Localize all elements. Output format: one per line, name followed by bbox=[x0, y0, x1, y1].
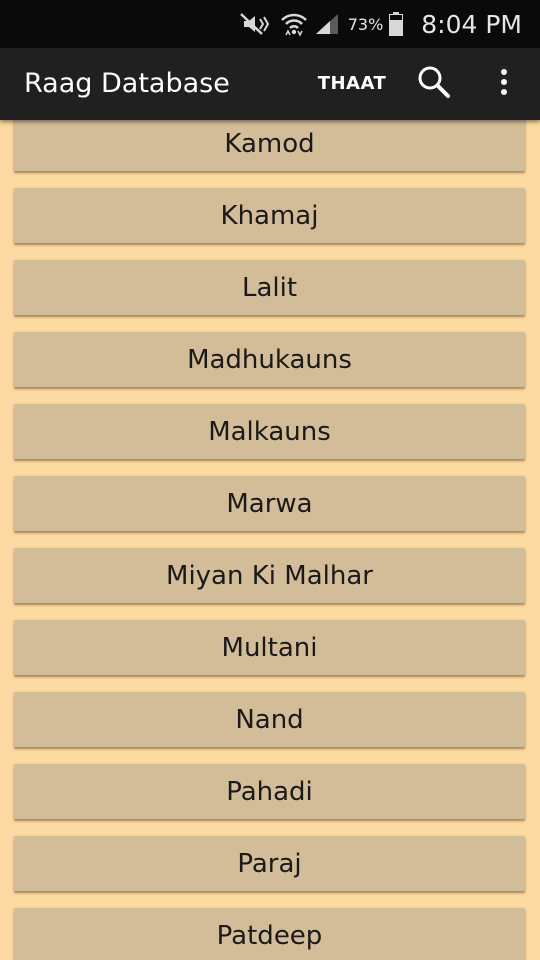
raag-label: Kamod bbox=[224, 128, 315, 159]
app-title: Raag Database bbox=[24, 68, 230, 99]
raag-list[interactable]: Kamod Khamaj Lalit Madhukauns Malkauns M… bbox=[0, 120, 540, 960]
raag-item-malkauns[interactable]: Malkauns bbox=[14, 404, 525, 460]
status-icons: 73% 8:04 PM bbox=[239, 0, 522, 48]
raag-item-marwa[interactable]: Marwa bbox=[14, 476, 525, 532]
signal-icon bbox=[314, 12, 340, 36]
search-button[interactable] bbox=[410, 60, 458, 108]
raag-label: Multani bbox=[221, 632, 318, 663]
wifi-icon bbox=[280, 11, 308, 37]
raag-label: Patdeep bbox=[216, 920, 323, 951]
raag-label: Marwa bbox=[226, 488, 313, 519]
battery-icon bbox=[389, 12, 404, 36]
thaat-button[interactable]: THAAT bbox=[312, 48, 392, 120]
raag-label: Pahadi bbox=[226, 776, 313, 807]
mute-icon bbox=[239, 12, 274, 36]
overflow-menu-icon bbox=[500, 68, 508, 100]
raag-item-madhukauns[interactable]: Madhukauns bbox=[14, 332, 525, 388]
status-clock: 8:04 PM bbox=[421, 9, 522, 39]
raag-label: Paraj bbox=[237, 848, 302, 879]
raag-item-pahadi[interactable]: Pahadi bbox=[14, 764, 525, 820]
raag-label: Khamaj bbox=[220, 200, 319, 231]
raag-label: Miyan Ki Malhar bbox=[166, 560, 373, 591]
overflow-menu-button[interactable] bbox=[484, 60, 524, 108]
raag-label: Malkauns bbox=[208, 416, 331, 447]
raag-item-multani[interactable]: Multani bbox=[14, 620, 525, 676]
raag-label: Lalit bbox=[241, 272, 298, 303]
raag-item-khamaj[interactable]: Khamaj bbox=[14, 188, 525, 244]
app-bar: Raag Database THAAT bbox=[0, 48, 540, 120]
raag-item-miyan-ki-malhar[interactable]: Miyan Ki Malhar bbox=[14, 548, 525, 604]
raag-item-lalit[interactable]: Lalit bbox=[14, 260, 525, 316]
search-icon bbox=[416, 64, 452, 104]
raag-item-paraj[interactable]: Paraj bbox=[14, 836, 525, 892]
raag-item-patdeep[interactable]: Patdeep bbox=[14, 908, 525, 960]
raag-label: Madhukauns bbox=[187, 344, 352, 375]
battery-percent: 73% bbox=[347, 14, 384, 34]
raag-item-kamod[interactable]: Kamod bbox=[14, 120, 525, 172]
raag-label: Nand bbox=[235, 704, 304, 735]
status-bar: 73% 8:04 PM bbox=[0, 0, 540, 48]
raag-item-nand[interactable]: Nand bbox=[14, 692, 525, 748]
